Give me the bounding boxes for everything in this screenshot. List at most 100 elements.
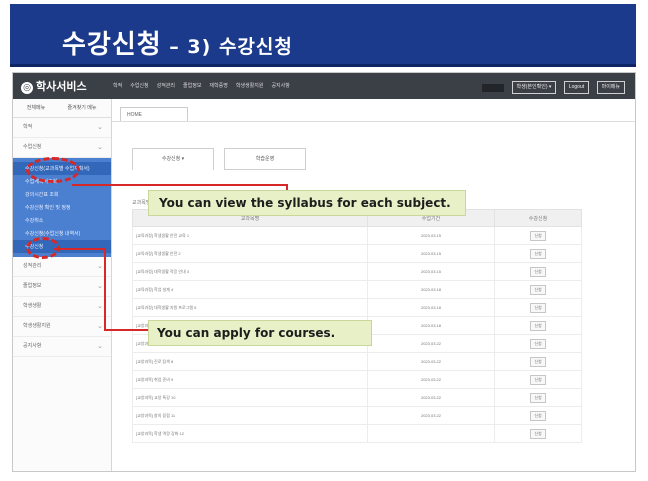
- apply-button[interactable]: 신청: [530, 374, 546, 385]
- chevron-down-icon: ⌄: [97, 343, 103, 350]
- apply-cell: 신청: [494, 352, 582, 371]
- sidebar-item-label: 수업신청: [23, 144, 42, 150]
- leader-line-apply-h2: [104, 329, 150, 331]
- sidebar-item[interactable]: 학생생활 ⌄: [13, 297, 111, 317]
- apply-cell: 신청: [494, 244, 582, 263]
- logout-button[interactable]: Logout: [563, 81, 590, 95]
- top-menu-item[interactable]: 재학증명: [209, 83, 227, 89]
- sidebar-item-label: 공지사항: [23, 343, 42, 349]
- apply-cell: 신청: [494, 316, 582, 335]
- course-name-link[interactable]: [교양과목] 학생 역량 강화 12: [132, 424, 368, 443]
- tab-course-registration[interactable]: 수강신청 ▾: [132, 148, 214, 171]
- sidebar-item-label: 학생생활: [23, 303, 42, 309]
- callout-apply: You can apply for courses.: [148, 320, 372, 346]
- top-menu-item[interactable]: 학생생활지원: [236, 83, 264, 89]
- course-period: [367, 424, 495, 443]
- course-period: 2023.03.15: [367, 262, 495, 281]
- sidebar-item[interactable]: 학적 ⌄: [13, 118, 111, 138]
- apply-button[interactable]: 신청: [530, 230, 546, 241]
- course-period: 2023.03.18: [367, 280, 495, 299]
- submenu-item[interactable]: 수강취소: [13, 214, 111, 227]
- apply-cell: 신청: [494, 406, 582, 425]
- apply-button[interactable]: 신청: [530, 320, 546, 331]
- top-menu-item[interactable]: 졸업정보: [183, 83, 201, 89]
- sidebar: 전체메뉴 즐겨찾기 메뉴 학적 ⌄ 수업신청 ⌄ 수강신청(교과목별 수업계획서) 수업계…: [13, 99, 112, 471]
- course-name-link[interactable]: [교육과정] 학생생활 안전 2: [132, 244, 368, 263]
- logo-icon: ◎: [21, 82, 33, 94]
- course-name-link[interactable]: [교양과목] 교양 특강 10: [132, 388, 368, 407]
- course-period: 2023.03.22: [367, 334, 495, 353]
- submenu-item[interactable]: 강의시간표 조회: [13, 188, 111, 201]
- table-row: [교양과목] 진로 탐색 8 2023.03.22 신청: [132, 352, 582, 371]
- sidebar-item[interactable]: 졸업정보 ⌄: [13, 277, 111, 297]
- top-menu-item[interactable]: 성적관리: [157, 83, 175, 89]
- slide-title-main: 수강신청: [62, 30, 162, 60]
- apply-button[interactable]: 신청: [530, 428, 546, 439]
- callout-syllabus: You can view the syllabus for each subje…: [148, 190, 466, 216]
- course-period: 2023.03.15: [367, 226, 495, 245]
- table-row: [교육과정] 학생생활 안전 교육 1 2023.03.15 신청: [132, 226, 582, 245]
- leader-line-apply-h: [54, 248, 106, 250]
- apply-cell: 신청: [494, 226, 582, 245]
- apply-cell: 신청: [494, 334, 582, 353]
- course-period: 2023.03.15: [367, 244, 495, 263]
- top-menu-item[interactable]: 공지사항: [271, 83, 289, 89]
- sidebar-item-label: 학생생활지원: [23, 323, 51, 329]
- table-row: [교육과정] 학생생활 안전 2 2023.03.15 신청: [132, 244, 582, 263]
- header-apply: 수강신청: [494, 209, 582, 227]
- course-name-link[interactable]: [교육과정] 학생생활 안전 교육 1: [132, 226, 368, 245]
- submenu-item[interactable]: 수강신청 확인 및 정정: [13, 201, 111, 214]
- sidebar-tab-favorites[interactable]: 즐겨찾기 메뉴: [59, 99, 105, 117]
- sidebar-item-label: 성적관리: [23, 263, 42, 269]
- sidebar-tabs: 전체메뉴 즐겨찾기 메뉴: [13, 99, 111, 118]
- submenu-item[interactable]: 수강신청(수업신청 내역서): [13, 227, 111, 240]
- user-avatar-bar: [482, 83, 505, 92]
- user-menu-button[interactable]: 학생(본인확인) ▾: [511, 81, 557, 95]
- annotation-oval-syllabus: [26, 157, 80, 183]
- apply-button[interactable]: 신청: [530, 392, 546, 403]
- apply-button[interactable]: 신청: [530, 356, 546, 367]
- top-menu-item[interactable]: 수업신청: [130, 83, 148, 89]
- apply-button[interactable]: 신청: [530, 410, 546, 421]
- slide-title-dash: –: [161, 36, 188, 58]
- course-name-link[interactable]: [교양과목] 진로 탐색 8: [132, 352, 368, 371]
- my-menu-button[interactable]: 마이메뉴: [596, 81, 625, 95]
- apply-button[interactable]: 신청: [530, 266, 546, 277]
- table-row: [교양과목] 교양 특강 10 2023.03.22 신청: [132, 388, 582, 407]
- sidebar-item-label: 학적: [23, 124, 33, 130]
- course-name-link[interactable]: [교육과정] 학업 설계 4: [132, 280, 368, 299]
- slide-header: 수강신청 – 3) 수강신청: [10, 4, 636, 67]
- leader-line-syllabus: [72, 184, 288, 186]
- course-period: 2023.03.18: [367, 298, 495, 317]
- course-name-link[interactable]: [교양과목] 창의 융합 11: [132, 406, 368, 425]
- apply-cell: 신청: [494, 280, 582, 299]
- sidebar-menu-top: 학적 ⌄ 수업신청 ⌄: [13, 118, 111, 158]
- course-name-link[interactable]: [교양과목] 취업 준비 9: [132, 370, 368, 389]
- main-content: HOME 수강신청 ▾학습운영 교과목명 및 수업시간 교과목명 수업기간 수강…: [112, 99, 635, 471]
- course-name-link[interactable]: [교육과정] 대학생활 지원 프로그램 5: [132, 298, 368, 317]
- inner-tabs: 수강신청 ▾ 학습운영: [132, 147, 316, 171]
- sidebar-item[interactable]: 성적관리 ⌄: [13, 257, 111, 277]
- app-logo[interactable]: ◎ 학사서비스: [21, 78, 87, 94]
- page-tab-divider: [112, 121, 635, 122]
- sidebar-tab-all[interactable]: 전체메뉴: [13, 99, 59, 117]
- sidebar-item-label: 졸업정보: [23, 283, 42, 289]
- apply-button[interactable]: 신청: [530, 284, 546, 295]
- course-name-link[interactable]: [교육과정] 대학생활 적응 안내 3: [132, 262, 368, 281]
- apply-button[interactable]: 신청: [530, 248, 546, 259]
- top-menu: 학적 수업신청 성적관리 졸업정보 재학증명 학생생활지원 공지사항: [113, 82, 298, 89]
- tab-learning[interactable]: 학습운영: [224, 148, 306, 170]
- slide-title-sub: 3) 수강신청: [187, 36, 293, 58]
- apply-cell: 신청: [494, 370, 582, 389]
- page-tab-home[interactable]: HOME: [120, 107, 188, 122]
- course-period: 2023.03.22: [367, 352, 495, 371]
- course-period: 2023.03.18: [367, 316, 495, 335]
- apply-button[interactable]: 신청: [530, 302, 546, 313]
- sidebar-menu-bottom: 성적관리 ⌄ 졸업정보 ⌄ 학생생활 ⌄ 학생생활지원 ⌄ 공지사항 ⌄: [13, 257, 111, 357]
- apply-button[interactable]: 신청: [530, 338, 546, 349]
- sidebar-item[interactable]: 학생생활지원 ⌄: [13, 317, 111, 337]
- top-menu-item[interactable]: 학적: [113, 83, 122, 89]
- sidebar-item[interactable]: 수업신청 ⌄: [13, 138, 111, 158]
- chevron-down-icon: ⌄: [97, 283, 103, 290]
- sidebar-item[interactable]: 공지사항 ⌄: [13, 337, 111, 357]
